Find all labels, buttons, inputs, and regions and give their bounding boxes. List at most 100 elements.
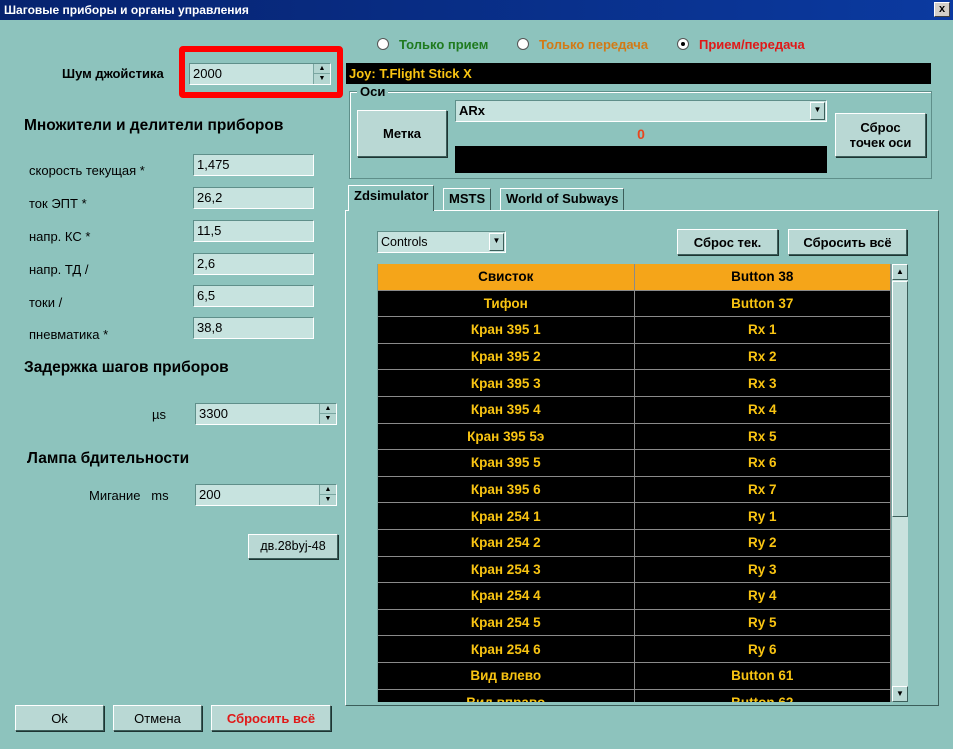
multiplier-label-currents: токи / bbox=[29, 295, 63, 310]
scroll-down-icon[interactable]: ▼ bbox=[892, 686, 908, 702]
table-cell-binding: Rx 3 bbox=[635, 370, 891, 396]
table-cell-action: Кран 395 4 bbox=[378, 396, 635, 423]
table-cell-binding: Rx 2 bbox=[635, 343, 891, 370]
table-cell-binding: Button 61 bbox=[635, 662, 891, 689]
table-cell-binding: Ry 2 bbox=[635, 529, 891, 556]
table-cell-binding: Rx 1 bbox=[635, 317, 891, 343]
table-row[interactable]: Кран 395 5 Rx 6 bbox=[378, 450, 891, 477]
table-row[interactable]: Кран 395 5э Rx 5 bbox=[378, 423, 891, 451]
close-button[interactable]: x bbox=[934, 2, 950, 17]
multiplier-label-pneumatics: пневматика * bbox=[29, 327, 109, 342]
table-row[interactable]: Кран 254 5 Ry 5 bbox=[378, 609, 891, 637]
controls-select[interactable]: Controls ▼ bbox=[377, 231, 506, 253]
reset-axis-points-button[interactable]: Сброс точек оси bbox=[835, 113, 926, 157]
axes-group-label: Оси bbox=[357, 84, 389, 99]
table-scrollbar[interactable]: ▲ ▼ bbox=[891, 264, 908, 702]
table-cell-action: Свисток bbox=[378, 264, 635, 290]
table-cell-action: Кран 395 3 bbox=[378, 370, 635, 396]
table-row[interactable]: Кран 395 4 Rx 4 bbox=[378, 396, 891, 424]
table-cell-binding: Rx 7 bbox=[635, 476, 891, 503]
reset-current-button[interactable]: Сброс тек. bbox=[677, 229, 778, 255]
multiplier-input-ept-current[interactable]: 26,2 bbox=[193, 187, 314, 209]
vigilance-blink-spin[interactable]: ▲ ▼ bbox=[319, 485, 336, 505]
table-row[interactable]: Кран 254 1 Ry 1 bbox=[378, 503, 891, 530]
table-cell-binding: Ry 6 bbox=[635, 636, 891, 662]
scroll-up-icon[interactable]: ▲ bbox=[892, 264, 908, 280]
spin-down-icon[interactable]: ▼ bbox=[320, 495, 336, 505]
radio-receive-transmit-label: Прием/передача bbox=[699, 37, 805, 52]
joystick-name-bar: Joy: T.Flight Stick X bbox=[346, 63, 931, 84]
scroll-thumb[interactable] bbox=[892, 281, 908, 517]
cancel-button[interactable]: Отмена bbox=[113, 705, 202, 731]
spin-up-icon[interactable]: ▲ bbox=[320, 404, 336, 414]
table-row[interactable]: Кран 254 6 Ry 6 bbox=[378, 636, 891, 663]
radio-transmit-only[interactable] bbox=[517, 38, 529, 50]
multiplier-input-speed[interactable]: 1,475 bbox=[193, 154, 314, 176]
multiplier-label-ks-voltage: напр. КС * bbox=[29, 229, 91, 244]
chevron-down-icon[interactable]: ▼ bbox=[489, 233, 504, 251]
table-cell-action: Вид вправо bbox=[378, 689, 635, 702]
tab-msts[interactable]: MSTS bbox=[443, 188, 492, 210]
table-cell-action: Кран 395 5 bbox=[378, 450, 635, 476]
step-delay-spin[interactable]: ▲ ▼ bbox=[319, 404, 336, 424]
multiplier-input-td-voltage[interactable]: 2,6 bbox=[193, 253, 314, 275]
step-delay-stepper[interactable]: 3300 ▲ ▼ bbox=[195, 403, 337, 425]
table-row[interactable]: Кран 395 2 Rx 2 bbox=[378, 343, 891, 371]
radio-receive-only[interactable] bbox=[377, 38, 389, 50]
table-row[interactable]: Свисток Button 38 bbox=[378, 264, 891, 291]
controls-select-value: Controls bbox=[381, 235, 428, 249]
tab-world-of-subways[interactable]: World of Subways bbox=[500, 188, 625, 210]
multiplier-input-pneumatics[interactable]: 38,8 bbox=[193, 317, 314, 339]
multiplier-input-currents[interactable]: 6,5 bbox=[193, 285, 314, 307]
table-row[interactable]: Кран 254 3 Ry 3 bbox=[378, 556, 891, 584]
multiplier-input-ks-voltage[interactable]: 11,5 bbox=[193, 220, 314, 242]
table-row[interactable]: Кран 395 3 Rx 3 bbox=[378, 370, 891, 397]
table-cell-action: Кран 254 6 bbox=[378, 636, 635, 662]
table-cell-binding: Rx 6 bbox=[635, 450, 891, 476]
window-title: Шаговые приборы и органы управления bbox=[4, 3, 249, 17]
joystick-name-text: Joy: T.Flight Stick X bbox=[349, 66, 472, 81]
table-row[interactable]: Кран 395 1 Rx 1 bbox=[378, 317, 891, 344]
axis-progress-bar bbox=[455, 146, 827, 173]
vigilance-blink-value: 200 bbox=[199, 487, 221, 502]
radio-transmit-only-label: Только передача bbox=[539, 37, 649, 52]
mark-button[interactable]: Метка bbox=[357, 110, 447, 157]
spin-down-icon[interactable]: ▼ bbox=[314, 74, 330, 84]
table-row[interactable]: Кран 254 2 Ry 2 bbox=[378, 529, 891, 557]
joystick-noise-stepper[interactable]: 2000 ▲ ▼ bbox=[189, 63, 331, 85]
step-delay-value: 3300 bbox=[199, 406, 228, 421]
table-row[interactable]: Кран 395 6 Rx 7 bbox=[378, 476, 891, 504]
table-cell-binding: Rx 4 bbox=[635, 396, 891, 423]
vigilance-blink-label: Мигание ms bbox=[89, 488, 169, 503]
joystick-noise-value: 2000 bbox=[193, 66, 222, 81]
spin-up-icon[interactable]: ▲ bbox=[314, 64, 330, 74]
table-row[interactable]: Вид влево Button 61 bbox=[378, 662, 891, 690]
table-row[interactable]: Вид вправоButton 62 bbox=[378, 689, 891, 702]
table-cell-binding: Ry 5 bbox=[635, 609, 891, 636]
step-delay-unit-label: µs bbox=[152, 407, 166, 422]
table-cell-binding: Rx 5 bbox=[635, 423, 891, 450]
reset-all-bottom-button[interactable]: Сбросить всё bbox=[211, 705, 331, 731]
tab-zdsimulator[interactable]: Zdsimulator bbox=[348, 185, 435, 211]
table-row[interactable]: Тифон Button 37 bbox=[378, 290, 891, 318]
ok-button[interactable]: Ok bbox=[15, 705, 104, 731]
multiplier-label-ept-current: ток ЭПТ * bbox=[29, 196, 87, 211]
vigilance-blink-stepper[interactable]: 200 ▲ ▼ bbox=[195, 484, 337, 506]
radio-receive-only-label: Только прием bbox=[399, 37, 489, 52]
radio-receive-transmit[interactable] bbox=[677, 38, 689, 50]
spin-down-icon[interactable]: ▼ bbox=[320, 414, 336, 424]
spin-up-icon[interactable]: ▲ bbox=[320, 485, 336, 495]
axis-select-value: ARx bbox=[459, 103, 486, 118]
reset-all-button[interactable]: Сбросить всё bbox=[788, 229, 907, 255]
joystick-noise-spin[interactable]: ▲ ▼ bbox=[313, 64, 330, 84]
table-cell-binding: Ry 4 bbox=[635, 583, 891, 609]
window-titlebar: Шаговые приборы и органы управления x bbox=[0, 0, 953, 20]
multiplier-label-speed: скорость текущая * bbox=[29, 163, 145, 178]
step-delay-title: Задержка шагов приборов bbox=[24, 359, 229, 376]
table-cell-action: Кран 254 2 bbox=[378, 529, 635, 556]
chevron-down-icon[interactable]: ▼ bbox=[810, 102, 825, 120]
axis-select[interactable]: ARx ▼ bbox=[455, 100, 827, 122]
table-cell-action: Кран 254 5 bbox=[378, 609, 635, 636]
table-row[interactable]: Кран 254 4 Ry 4 bbox=[378, 583, 891, 610]
motor-button[interactable]: дв.28byj-48 bbox=[248, 534, 338, 559]
